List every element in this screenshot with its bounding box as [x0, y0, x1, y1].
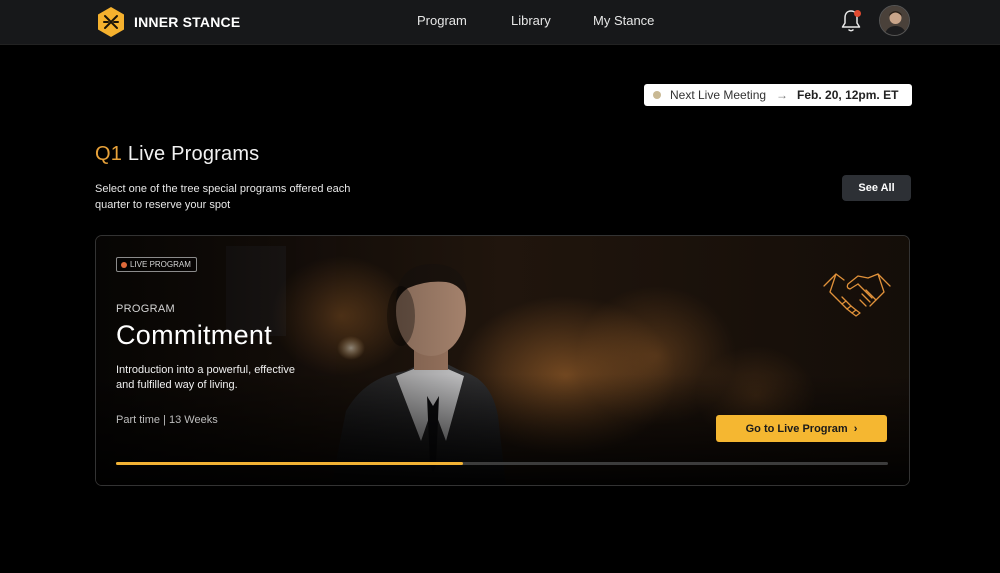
program-meta: Part time | 13 Weeks	[116, 414, 218, 426]
next-meeting-label: Next Live Meeting	[670, 88, 767, 102]
notification-dot	[854, 10, 861, 17]
go-to-live-program-label: Go to Live Program	[745, 422, 848, 435]
nav-item-program[interactable]: Program	[417, 13, 467, 28]
nav-item-library[interactable]: Library	[511, 13, 551, 28]
next-meeting-banner[interactable]: Next Live Meeting → Feb. 20, 12pm. ET	[644, 84, 912, 106]
go-to-live-program-button[interactable]: Go to Live Program ›	[716, 415, 887, 442]
program-progress-fill	[116, 462, 464, 465]
program-eyebrow: PROGRAM	[116, 303, 175, 315]
program-title: Commitment	[116, 320, 273, 350]
handshake-icon	[823, 273, 891, 317]
arrow-right-icon: →	[776, 88, 789, 102]
program-progress-bar	[116, 462, 888, 465]
notifications-button[interactable]	[839, 8, 863, 34]
chevron-right-icon: ›	[853, 422, 858, 435]
avatar[interactable]	[879, 5, 910, 36]
live-program-badge-label: LIVE PROGRAM	[130, 260, 191, 269]
section-title-text: Live Programs	[122, 143, 260, 165]
live-indicator-dot	[121, 261, 127, 268]
next-meeting-date: Feb. 20, 12pm. ET	[797, 88, 899, 102]
section-title: Q1 Live Programs	[95, 143, 259, 166]
program-hero-image	[96, 236, 909, 485]
live-program-card: LIVE PROGRAM PROGRAM Commitment Introduc…	[95, 235, 910, 486]
section-subtitle: Select one of the tree special programs …	[95, 183, 351, 211]
live-program-badge: LIVE PROGRAM	[116, 257, 197, 272]
program-description: Introduction into a powerful, effective …	[116, 364, 295, 391]
top-navigation-bar: INNER STANCE Program Library My Stance	[0, 0, 1000, 45]
quarter-label: Q1	[95, 143, 123, 165]
meeting-status-dot	[653, 91, 661, 99]
see-all-button[interactable]: See All	[842, 175, 911, 201]
nav-item-my-stance[interactable]: My Stance	[593, 13, 654, 28]
